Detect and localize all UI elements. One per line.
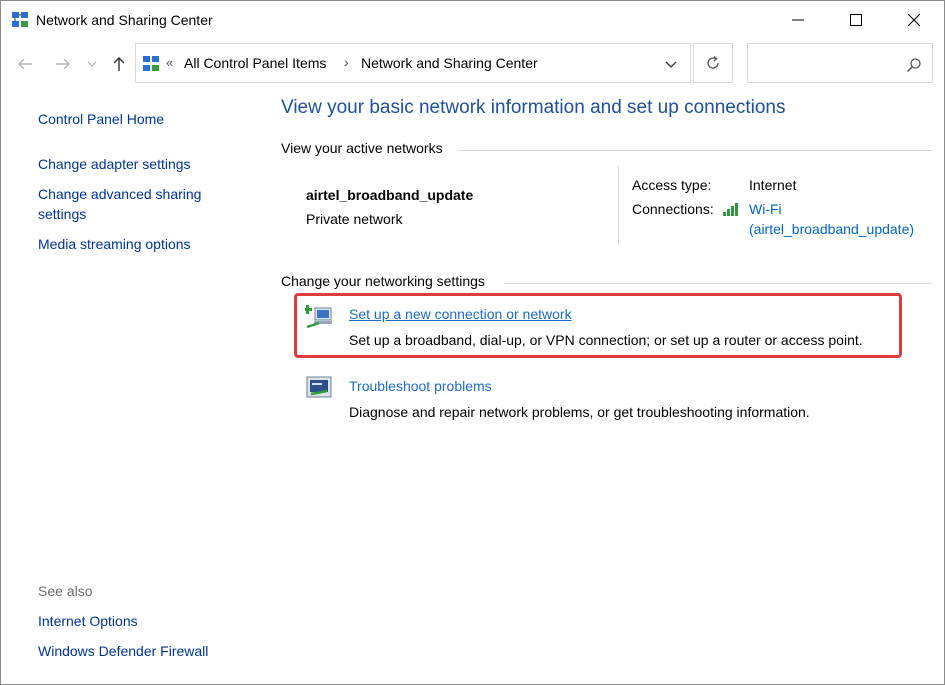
access-type-value: Internet: [749, 177, 797, 193]
troubleshoot-problems-link[interactable]: Troubleshoot problems: [349, 378, 492, 394]
change-advanced-sharing-settings-link-line2[interactable]: settings: [38, 206, 86, 222]
refresh-icon: [707, 56, 719, 69]
wifi-connection-link[interactable]: Wi-Fi: [749, 201, 782, 217]
up-arrow-icon: [113, 57, 125, 71]
forward-button[interactable]: [53, 55, 73, 73]
breadcrumb-separator-icon[interactable]: ›: [344, 54, 349, 70]
close-button[interactable]: [891, 1, 937, 39]
maximize-button[interactable]: [833, 1, 879, 39]
see-also-header: See also: [38, 583, 93, 599]
page-title: View your basic network information and …: [281, 97, 786, 118]
up-button[interactable]: [109, 55, 129, 73]
minimize-button[interactable]: [775, 1, 821, 39]
chevron-down-icon: [87, 61, 97, 67]
media-streaming-options-link[interactable]: Media streaming options: [38, 236, 191, 252]
change-settings-header: Change your networking settings: [281, 273, 485, 289]
change-advanced-sharing-settings-link[interactable]: Change advanced sharing: [38, 186, 201, 202]
search-icon[interactable]: [906, 57, 922, 73]
network-name: airtel_broadband_update: [306, 187, 474, 203]
control-panel-home-link[interactable]: Control Panel Home: [38, 111, 164, 127]
network-sharing-center-window: Network and Sharing Center « All Control…: [0, 0, 945, 685]
breadcrumb-all-control-panel-items[interactable]: All Control Panel Items: [184, 55, 326, 71]
network-app-icon: [12, 12, 28, 27]
highlight-box: [294, 293, 902, 358]
recent-locations-button[interactable]: [85, 55, 99, 73]
minimize-icon: [792, 19, 804, 21]
navigation-bar: « All Control Panel Items › Network and …: [1, 39, 944, 87]
refresh-button[interactable]: [693, 43, 733, 83]
title-bar: Network and Sharing Center: [1, 1, 944, 39]
search-box[interactable]: [747, 43, 933, 83]
change-settings-divider: [504, 283, 932, 284]
address-dropdown-icon[interactable]: [664, 58, 678, 70]
wifi-signal-icon: [723, 203, 738, 216]
close-icon: [908, 14, 920, 26]
troubleshoot-problems-description: Diagnose and repair network problems, or…: [349, 404, 810, 420]
address-bar[interactable]: « All Control Panel Items › Network and …: [135, 43, 691, 83]
internet-options-link[interactable]: Internet Options: [38, 613, 138, 629]
maximize-icon: [850, 14, 862, 26]
back-button[interactable]: [15, 55, 35, 73]
network-category: Private network: [306, 211, 403, 227]
change-adapter-settings-link[interactable]: Change adapter settings: [38, 156, 191, 172]
wifi-connection-link-line2[interactable]: (airtel_broadband_update): [749, 221, 914, 237]
active-networks-divider: [458, 150, 932, 151]
network-info-divider: [618, 166, 619, 244]
overflow-chevron-icon[interactable]: «: [166, 55, 173, 70]
forward-arrow-icon: [56, 58, 70, 70]
connections-label: Connections:: [632, 201, 714, 217]
search-input[interactable]: [754, 54, 904, 74]
control-panel-icon: [143, 56, 159, 71]
active-networks-header: View your active networks: [281, 140, 443, 156]
troubleshoot-icon: [306, 376, 332, 398]
back-arrow-icon: [18, 58, 32, 70]
window-title: Network and Sharing Center: [36, 12, 213, 28]
access-type-label: Access type:: [632, 177, 712, 193]
breadcrumb-network-and-sharing-center[interactable]: Network and Sharing Center: [361, 55, 538, 71]
windows-defender-firewall-link[interactable]: Windows Defender Firewall: [38, 643, 208, 659]
